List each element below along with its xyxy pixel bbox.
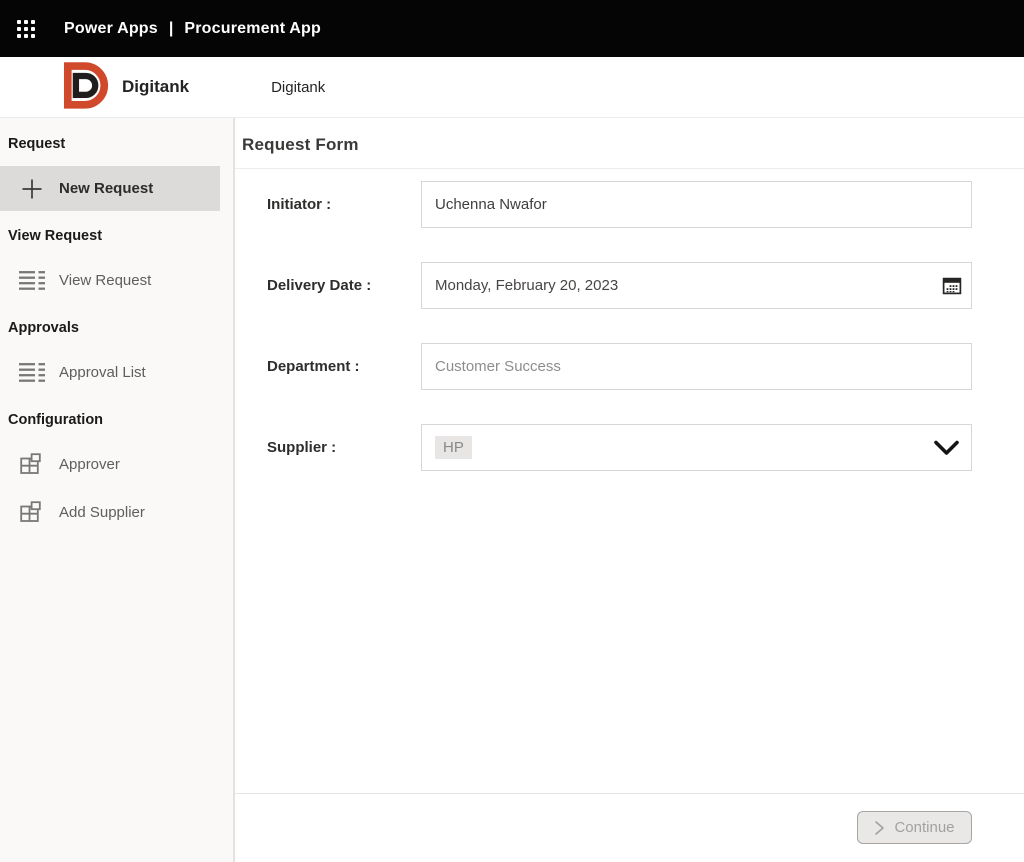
screen-title: Digitank (271, 79, 325, 96)
top-app-bar: Power Apps | Procurement App (0, 0, 1024, 57)
initiator-label: Initiator : (267, 196, 421, 213)
digitank-logo (57, 58, 111, 117)
chevron-down-icon[interactable] (933, 439, 960, 456)
table-icon (18, 452, 46, 478)
supplier-row: Supplier : HP (267, 424, 1024, 471)
plus-icon (18, 178, 46, 200)
supplier-selected-value: HP (435, 436, 472, 459)
department-input[interactable]: Customer Success (421, 343, 972, 390)
sidebar-item-label: Approver (59, 456, 120, 473)
sidebar-item-view-request[interactable]: View Request (0, 258, 220, 303)
initiator-input[interactable]: Uchenna Nwafor (421, 181, 972, 228)
initiator-value: Uchenna Nwafor (435, 196, 547, 213)
brand-header: Digitank Digitank (0, 57, 1024, 117)
delivery-date-input[interactable]: Monday, February 20, 2023 (421, 262, 972, 309)
sidebar-item-label: New Request (59, 180, 153, 197)
sidebar-item-add-supplier[interactable]: Add Supplier (0, 490, 220, 535)
app-window: Power Apps | Procurement App Digitank Di… (0, 0, 1024, 862)
request-form-panel: Request Form Initiator : Uchenna Nwafor … (235, 118, 1024, 862)
sidebar-item-approval-list[interactable]: Approval List (0, 350, 220, 395)
sidebar-item-approver[interactable]: Approver (0, 442, 220, 487)
title-separator: | (169, 20, 173, 38)
department-row: Department : Customer Success (267, 343, 1024, 390)
sidebar-item-new-request[interactable]: New Request (0, 166, 220, 211)
page-title: Request Form (235, 118, 1024, 169)
list-icon (18, 362, 46, 383)
app-title: Procurement App (184, 20, 321, 38)
sidebar-item-label: View Request (59, 272, 151, 289)
department-value: Customer Success (435, 358, 561, 375)
sidebar-nav: Request New Request View Request (0, 118, 235, 862)
initiator-row: Initiator : Uchenna Nwafor (267, 181, 1024, 228)
sidebar-heading-view-request: View Request (8, 228, 233, 244)
app-launcher-icon[interactable] (17, 20, 35, 38)
sidebar-heading-request: Request (8, 136, 233, 152)
delivery-date-row: Delivery Date : Monday, February 20, 202… (267, 262, 1024, 309)
sidebar-heading-approvals: Approvals (8, 320, 233, 336)
continue-label: Continue (894, 819, 954, 836)
sidebar-item-label: Approval List (59, 364, 146, 381)
sidebar-item-label: Add Supplier (59, 504, 145, 521)
table-icon (18, 500, 46, 526)
list-icon (18, 270, 46, 291)
content-area: Request New Request View Request (0, 117, 1024, 862)
form-footer: Continue (235, 793, 1024, 862)
brand-name: Digitank (122, 77, 189, 97)
form-fields: Initiator : Uchenna Nwafor Delivery Date… (235, 169, 1024, 793)
supplier-dropdown[interactable]: HP (421, 424, 972, 471)
delivery-date-label: Delivery Date : (267, 277, 421, 294)
continue-button[interactable]: Continue (857, 811, 972, 844)
supplier-label: Supplier : (267, 439, 421, 456)
powerapps-label[interactable]: Power Apps (64, 20, 158, 38)
sidebar-heading-configuration: Configuration (8, 412, 233, 428)
calendar-icon[interactable] (942, 276, 962, 296)
delivery-date-value: Monday, February 20, 2023 (435, 277, 618, 294)
chevron-right-icon (874, 820, 885, 836)
department-label: Department : (267, 358, 421, 375)
